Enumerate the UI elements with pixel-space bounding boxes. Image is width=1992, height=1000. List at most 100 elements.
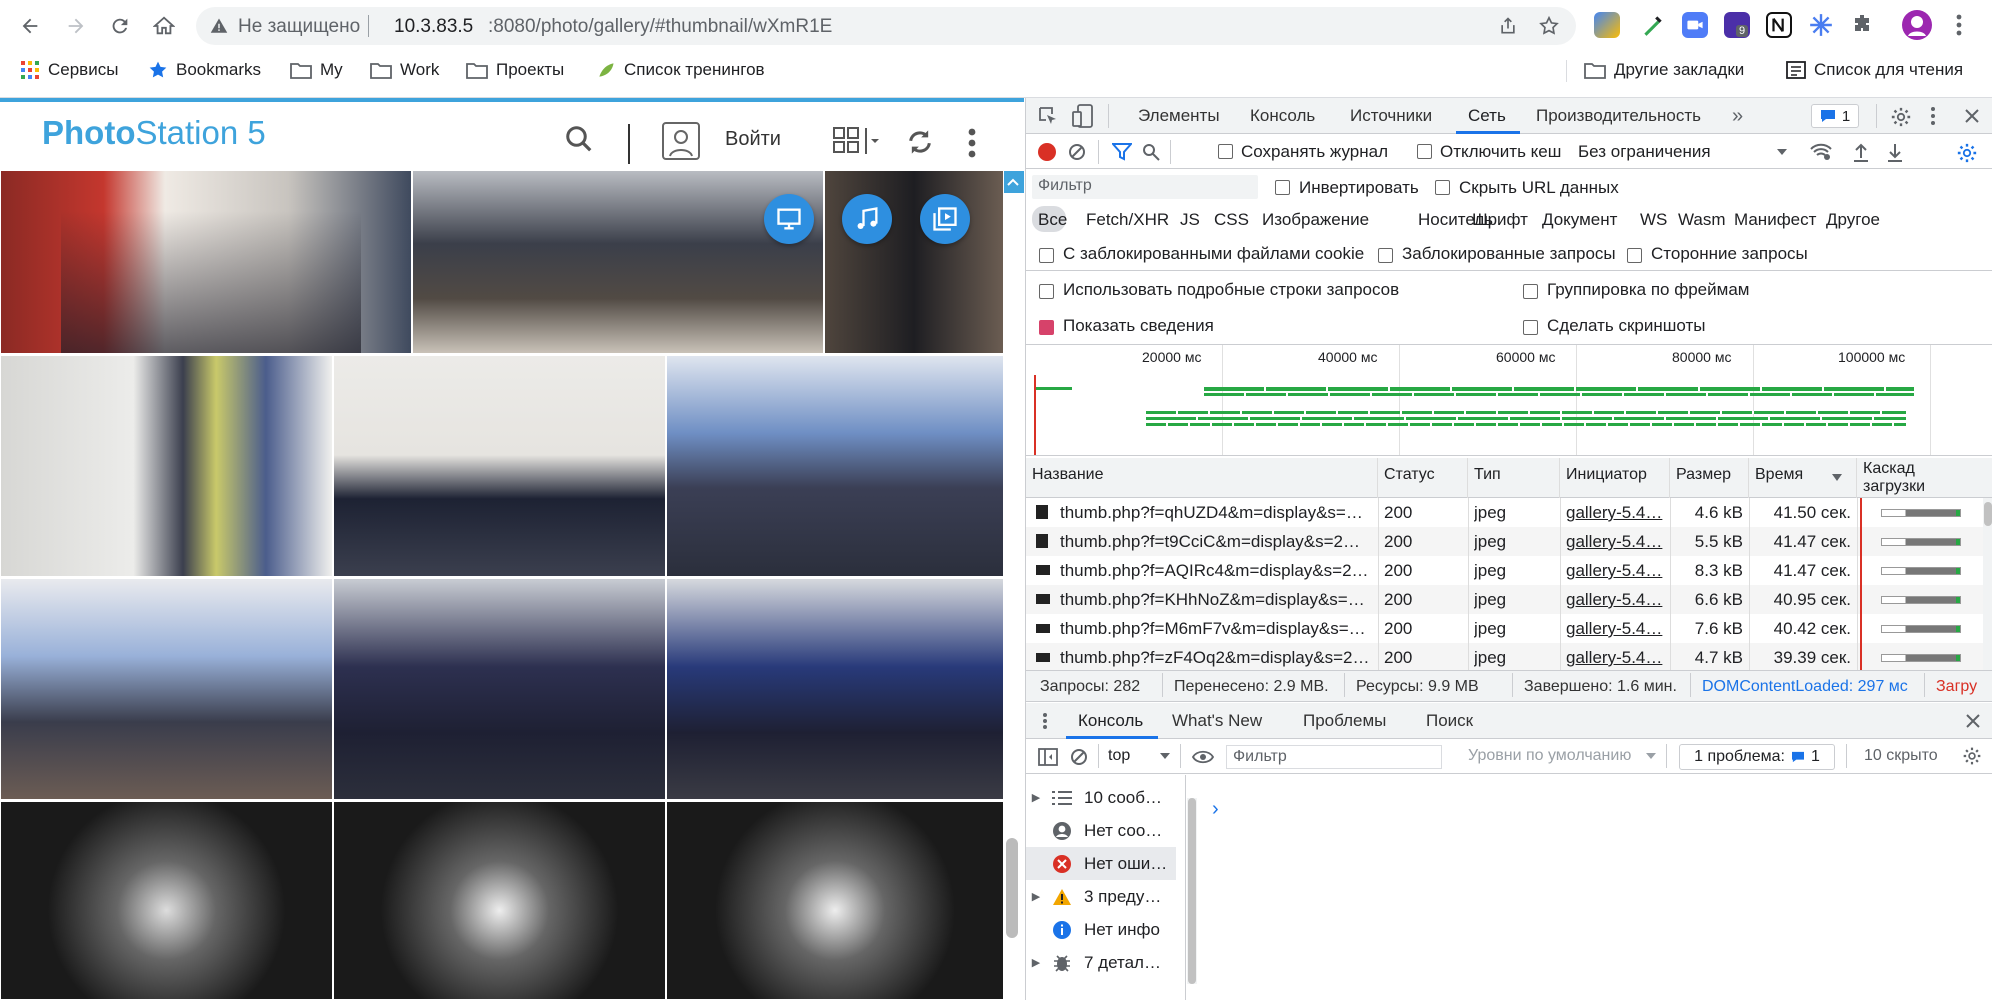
request-initiator[interactable]: gallery-5.4… xyxy=(1566,561,1664,581)
throttling-select[interactable]: Без ограничения xyxy=(1578,142,1711,162)
request-row[interactable]: thumb.php?f=qhUZD4&m=display&s=… 200 jpe… xyxy=(1026,498,1983,527)
back-button[interactable] xyxy=(14,10,46,42)
type-filter-css[interactable]: CSS xyxy=(1214,210,1249,230)
sidebar-scrollbar[interactable] xyxy=(1187,798,1197,984)
home-button[interactable] xyxy=(148,10,180,42)
settings-gear-icon[interactable] xyxy=(1890,106,1912,128)
sidebar-verbose[interactable]: ▶ 7 детал… xyxy=(1026,946,1176,979)
column-size[interactable]: Размер xyxy=(1670,458,1749,498)
type-filter-all[interactable]: Все xyxy=(1038,210,1067,230)
column-name[interactable]: Название xyxy=(1026,458,1378,498)
console-issues-button[interactable]: 1 проблема: 1 xyxy=(1679,744,1835,770)
search-icon[interactable] xyxy=(564,124,594,154)
request-initiator[interactable]: gallery-5.4… xyxy=(1566,503,1664,523)
tab-sources[interactable]: Источники xyxy=(1350,98,1432,134)
column-waterfall[interactable]: Каскад загрузки xyxy=(1857,458,1983,498)
refresh-icon[interactable] xyxy=(906,128,934,156)
request-initiator[interactable]: gallery-5.4… xyxy=(1566,648,1664,668)
group-by-frame-checkbox[interactable] xyxy=(1523,282,1546,302)
video-extension-icon[interactable] xyxy=(1682,12,1708,38)
sidebar-messages[interactable]: ▶ 10 сооб… xyxy=(1026,781,1176,814)
column-status[interactable]: Статус xyxy=(1378,458,1468,498)
preserve-log-checkbox[interactable] xyxy=(1218,142,1241,162)
timeline-overview[interactable]: 20000 мс 40000 мс 60000 мс 80000 мс 1000… xyxy=(1026,344,1992,456)
reading-list[interactable]: Список для чтения xyxy=(1786,56,1963,84)
request-row[interactable]: thumb.php?f=t9CciC&m=display&s=2… 200 jp… xyxy=(1026,527,1983,556)
video-station-button[interactable] xyxy=(920,194,970,244)
type-filter-ws[interactable]: WS xyxy=(1640,210,1667,230)
devtools-menu-icon[interactable] xyxy=(1930,106,1936,126)
invert-checkbox[interactable] xyxy=(1275,178,1298,198)
request-initiator[interactable]: gallery-5.4… xyxy=(1566,619,1664,639)
show-overview-checkbox[interactable] xyxy=(1039,318,1062,338)
type-filter-doc[interactable]: Документ xyxy=(1542,210,1617,230)
tab-network[interactable]: Сеть xyxy=(1468,98,1506,134)
bookmark-folder-work[interactable]: Work xyxy=(370,56,439,84)
bookmark-bookmarks[interactable]: Bookmarks xyxy=(148,56,261,84)
cap-extension-icon[interactable]: 9 xyxy=(1724,12,1750,38)
tab-console[interactable]: Консоль xyxy=(1250,98,1315,134)
request-row[interactable]: thumb.php?f=KHhNoZ&m=display&s=… 200 jpe… xyxy=(1026,585,1983,614)
device-toolbar-icon[interactable] xyxy=(1072,104,1094,128)
type-filter-manifest[interactable]: Манифест xyxy=(1734,210,1816,230)
request-row[interactable]: thumb.php?f=zF4Oq2&m=display&s=2… 200 jp… xyxy=(1026,643,1983,670)
address-bar[interactable]: Не защищено 10.3.83.5 :8080/photo/galler… xyxy=(196,7,1576,45)
other-bookmarks[interactable]: Другие закладки xyxy=(1584,56,1744,84)
upload-har-icon[interactable] xyxy=(1852,142,1870,162)
type-filter-js[interactable]: JS xyxy=(1180,210,1200,230)
type-filter-font[interactable]: Шрифт xyxy=(1472,210,1528,230)
desktop-app-button[interactable] xyxy=(764,194,814,244)
photo-thumbnail[interactable] xyxy=(0,578,333,800)
big-rows-checkbox[interactable] xyxy=(1039,282,1062,302)
drawer-tab-console[interactable]: Консоль xyxy=(1078,703,1143,739)
page-scrollbar[interactable] xyxy=(1006,838,1018,938)
console-settings-gear-icon[interactable] xyxy=(1962,746,1982,766)
photo-thumbnail[interactable] xyxy=(0,801,333,1000)
download-har-icon[interactable] xyxy=(1886,142,1904,162)
table-scrollbar[interactable] xyxy=(1983,498,1992,670)
disable-cache-checkbox[interactable] xyxy=(1417,142,1440,162)
screenshots-checkbox[interactable] xyxy=(1523,318,1546,338)
sidebar-warnings[interactable]: ▶ 3 преду… xyxy=(1026,880,1176,913)
audio-station-button[interactable] xyxy=(842,194,892,244)
photostation-logo[interactable]: PhotoStation 5 xyxy=(42,114,266,152)
type-filter-fetch[interactable]: Fetch/XHR xyxy=(1086,210,1169,230)
blocked-requests-checkbox[interactable] xyxy=(1378,246,1401,266)
console-filter-input[interactable]: Фильтр xyxy=(1226,745,1442,769)
photo-thumbnail[interactable] xyxy=(0,355,333,577)
search-icon[interactable] xyxy=(1142,143,1160,161)
network-conditions-icon[interactable] xyxy=(1810,143,1832,161)
tab-elements[interactable]: Элементы xyxy=(1138,98,1220,134)
photo-thumbnail[interactable] xyxy=(412,170,824,354)
profile-avatar[interactable] xyxy=(1902,10,1932,40)
hide-data-urls-checkbox[interactable] xyxy=(1435,178,1458,198)
type-filter-wasm[interactable]: Wasm xyxy=(1678,210,1726,230)
filter-input[interactable]: Фильтр xyxy=(1032,175,1258,199)
reload-button[interactable] xyxy=(104,10,136,42)
sidebar-user-messages[interactable]: Нет соо… xyxy=(1026,814,1176,847)
photo-thumbnail[interactable] xyxy=(666,801,1004,1000)
user-avatar-icon[interactable] xyxy=(662,122,700,160)
pen-extension-icon[interactable] xyxy=(1640,12,1666,38)
inspect-element-icon[interactable] xyxy=(1038,106,1058,126)
third-party-checkbox[interactable] xyxy=(1627,246,1650,266)
console-prompt[interactable]: › xyxy=(1212,798,1219,821)
more-tabs-icon[interactable]: » xyxy=(1732,98,1743,134)
close-drawer-icon[interactable] xyxy=(1966,714,1980,728)
photo-thumbnail[interactable] xyxy=(0,170,412,354)
request-initiator[interactable]: gallery-5.4… xyxy=(1566,532,1664,552)
photo-thumbnail[interactable] xyxy=(666,578,1004,800)
drawer-tab-issues[interactable]: Проблемы xyxy=(1303,703,1386,739)
sidebar-toggle-icon[interactable] xyxy=(1038,748,1058,766)
type-filter-img[interactable]: Изображение xyxy=(1262,210,1369,230)
scroll-top-button[interactable] xyxy=(1002,171,1024,193)
share-icon[interactable] xyxy=(1498,16,1518,36)
close-icon[interactable] xyxy=(1964,108,1980,124)
snowflake-extension-icon[interactable] xyxy=(1808,12,1834,38)
issues-counter-button[interactable]: 1 xyxy=(1811,104,1859,128)
photo-thumbnail[interactable] xyxy=(333,355,666,577)
browser-menu-icon[interactable] xyxy=(1956,14,1962,36)
photo-thumbnail[interactable] xyxy=(824,170,1004,354)
photo-thumbnail[interactable] xyxy=(666,355,1004,577)
more-menu-icon[interactable] xyxy=(968,128,976,158)
